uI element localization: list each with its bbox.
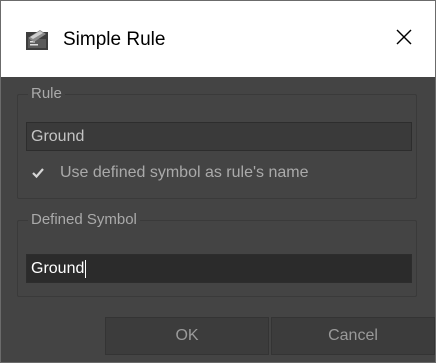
defined-symbol-group: Defined Symbol Ground [17,211,417,297]
dialog-body: Rule Ground Use defined symbol as rule's… [1,77,435,362]
use-symbol-as-name-checkbox[interactable]: Use defined symbol as rule's name [30,163,309,183]
app-icon [25,29,49,51]
defined-symbol-value: Ground [31,260,85,277]
simple-rule-dialog: Simple Rule Rule Ground Use defined symb… [0,0,436,363]
close-button[interactable] [381,21,427,57]
ok-button[interactable]: OK [105,317,269,355]
checkmark-icon [30,165,46,181]
text-caret [85,259,87,278]
rule-group-legend: Rule [28,85,65,103]
window-title: Simple Rule [63,29,166,50]
cancel-button[interactable]: Cancel [271,317,435,355]
rule-name-input[interactable]: Ground [26,122,412,151]
defined-symbol-input[interactable]: Ground [26,254,412,283]
rule-group: Rule Ground Use defined symbol as rule's… [17,85,417,199]
title-bar[interactable]: Simple Rule [1,1,435,77]
defined-symbol-legend: Defined Symbol [28,211,140,229]
close-icon [395,28,413,51]
checkbox-label: Use defined symbol as rule's name [60,164,309,181]
